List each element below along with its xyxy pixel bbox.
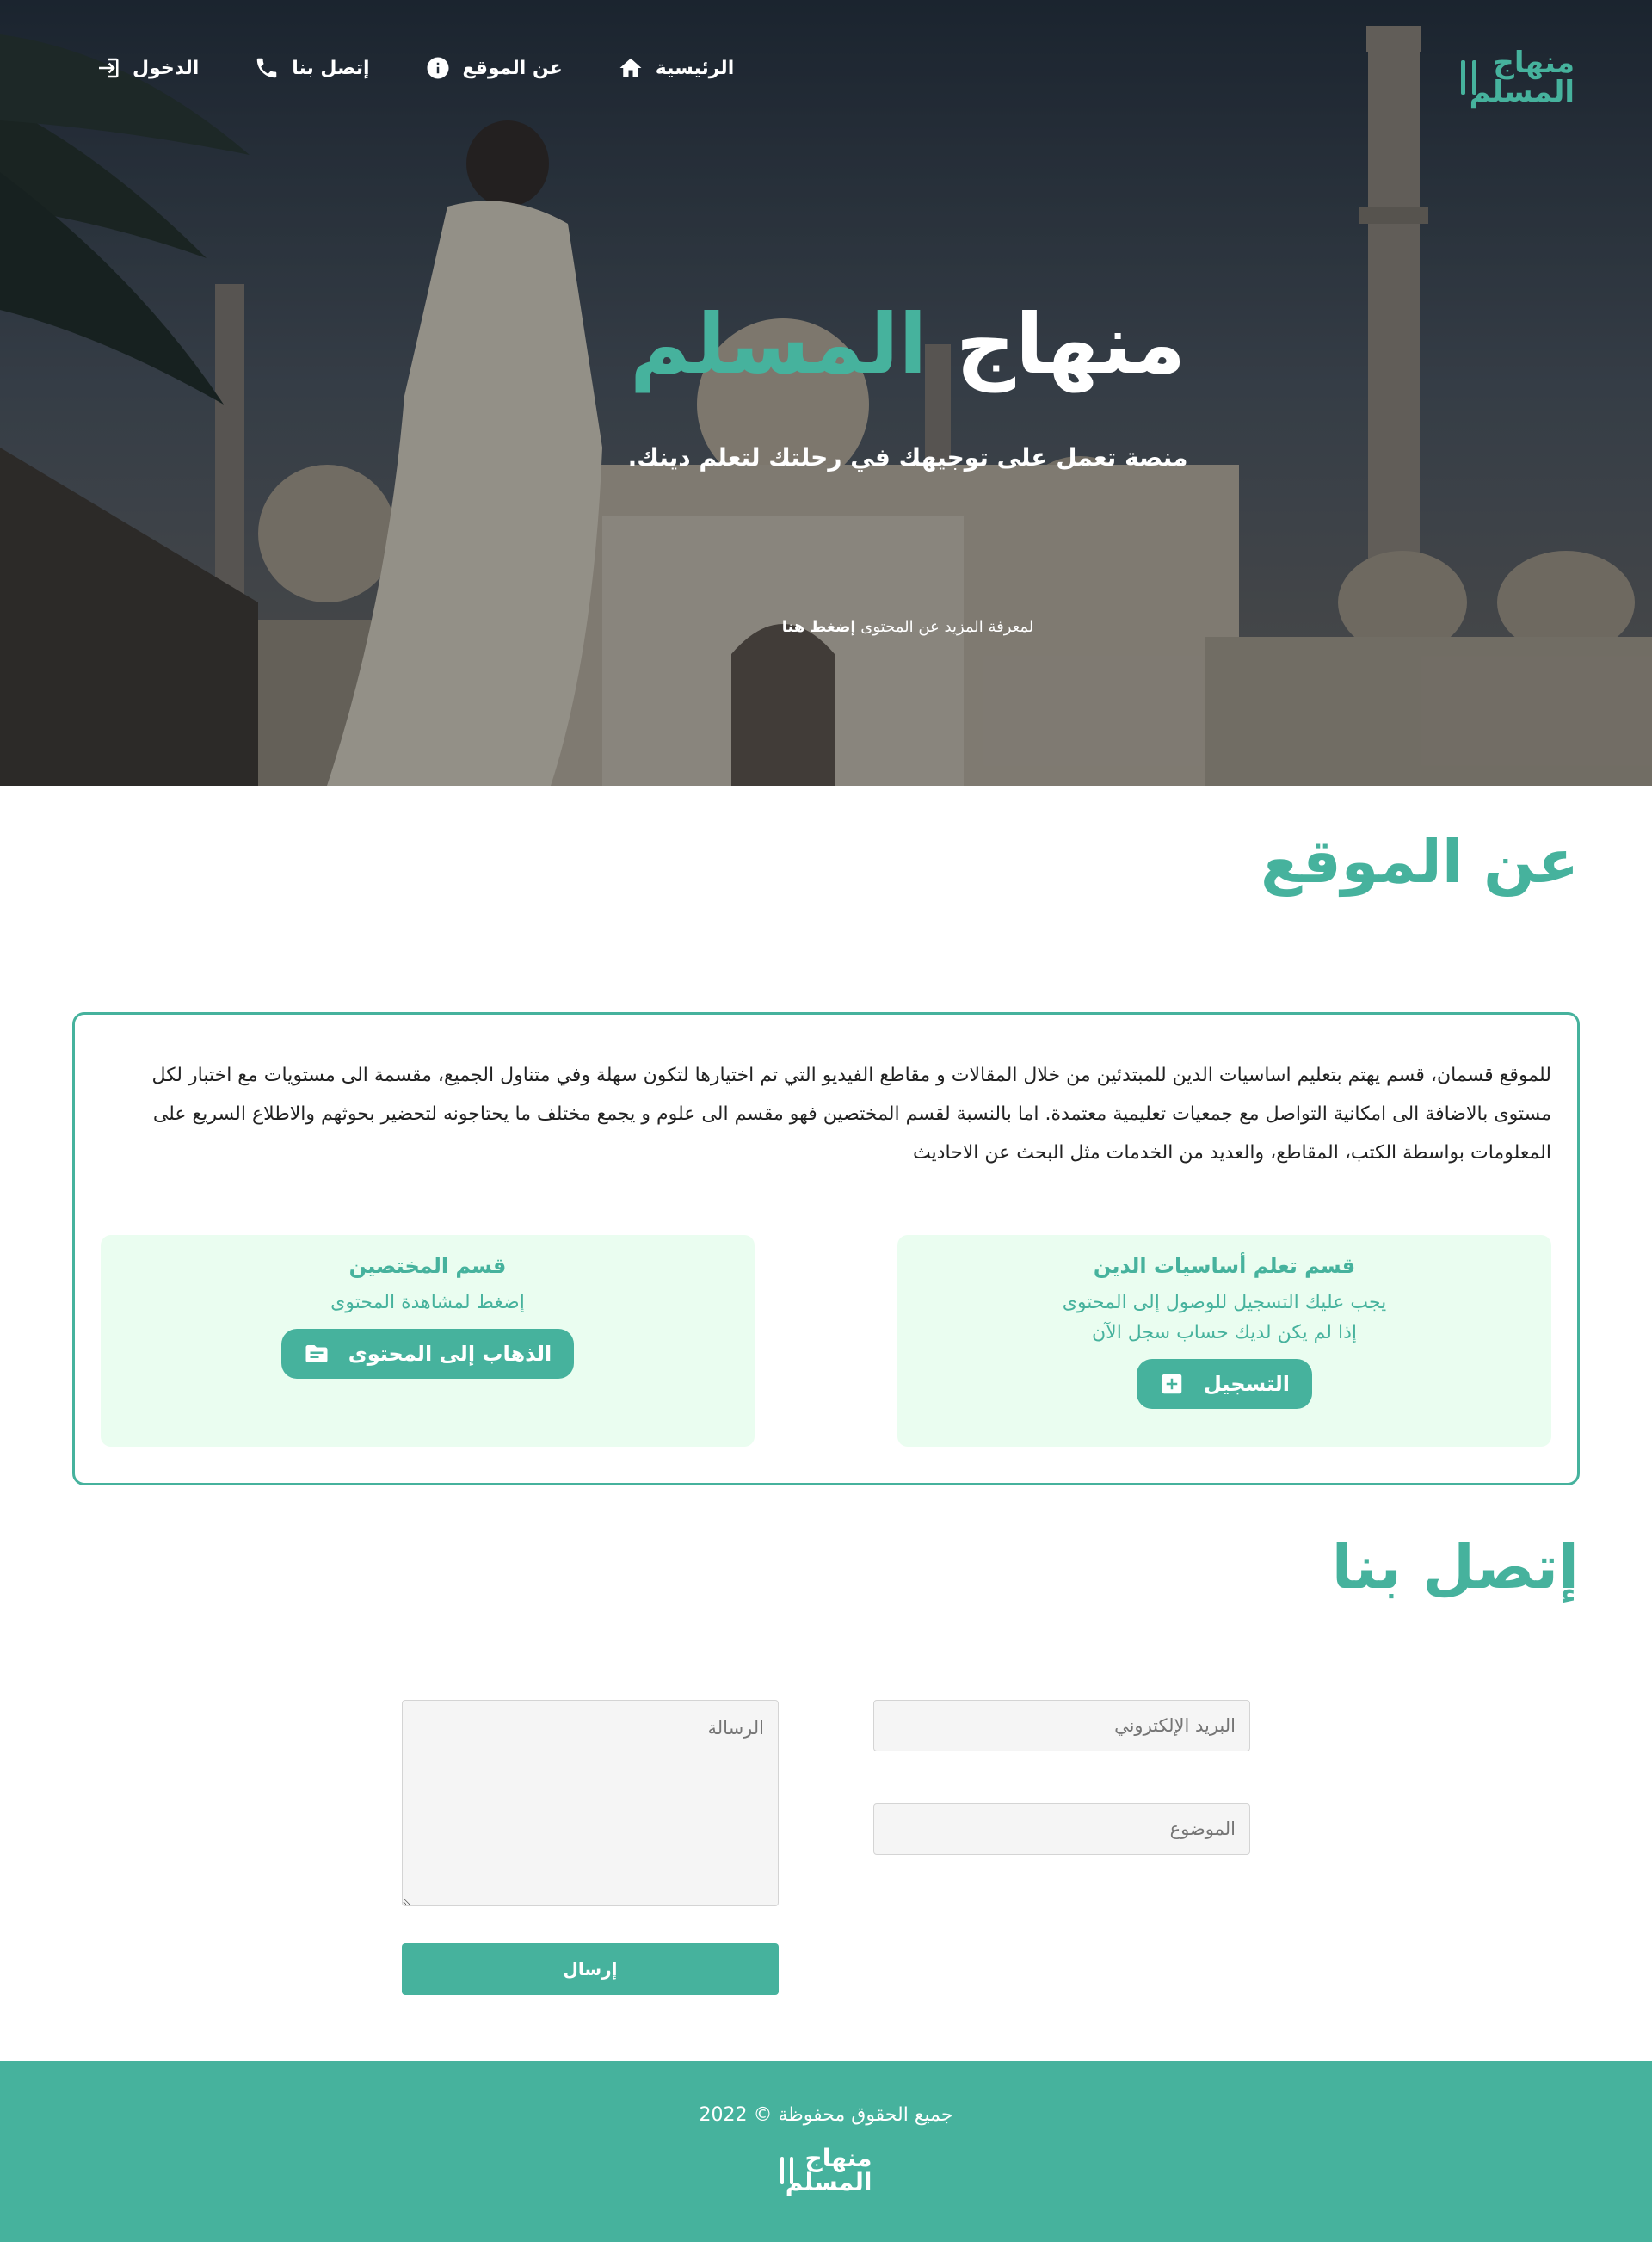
folder-icon [305,1345,328,1362]
hero-title-white: منهاج [955,296,1187,392]
login-icon [99,58,119,78]
about-section-title: عن الموقع [1261,826,1579,897]
submit-button[interactable]: إرسال [402,1943,779,1995]
nav-item-home[interactable]: الرئيسية [618,55,734,81]
site-logo[interactable]: منهاج المسلم [1461,48,1575,107]
experts-card-title: قسم المختصين [348,1254,507,1278]
hero-section: منهاج المسلم الدخول إتصل بنا عن الموقع ا… [0,0,1652,786]
home-icon [620,58,642,77]
footer: جميع الحقوق محفوظة © 2022 منهاج المسلم [0,2061,1652,2242]
go-to-content-label: الذهاب إلى المحتوى [348,1342,552,1366]
logo-text: منهاج المسلم [1469,46,1575,109]
logo-mark-icon [780,2157,793,2184]
top-navigation: منهاج المسلم الدخول إتصل بنا عن الموقع ا… [0,41,1652,107]
nav-menu: الدخول إتصل بنا عن الموقع الرئيسية [95,55,734,81]
hero-more-line: لمعرفة المزيد عن المحتوى إضغط هنا [0,618,1652,636]
email-field[interactable] [873,1700,1250,1751]
add-box-icon [1162,1374,1182,1394]
register-button[interactable]: التسجيل [1137,1359,1312,1409]
about-description: للموقع قسمان، قسم يهتم بتعليم اساسيات ال… [151,1065,1551,1164]
footer-copyright: جميع الحقوق محفوظة © 2022 [699,2104,953,2126]
nav-item-login[interactable]: الدخول [95,55,199,81]
experts-card-line1: إضغط لمشاهدة المحتوى [330,1292,525,1313]
go-to-content-button[interactable]: الذهاب إلى المحتوى [280,1329,575,1379]
contact-section-title: إتصل بنا [1331,1532,1579,1603]
nav-item-contact[interactable]: إتصل بنا [254,55,370,81]
basics-card: قسم تعلم أساسيات الدين يجب عليك التسجيل … [897,1235,1551,1447]
nav-item-about[interactable]: عن الموقع [425,55,563,81]
basics-card-title: قسم تعلم أساسيات الدين [1093,1254,1356,1278]
message-field[interactable] [402,1700,779,1906]
phone-icon [257,58,277,78]
basics-card-line2: إذا لم يكن لديك حساب سجل الآن [1091,1322,1357,1343]
footer-logo-text: منهاج المسلم [785,2144,872,2196]
hero-subtitle: منصة تعمل على توجيهك في رحلتك لتعلم دينك… [627,443,1188,472]
hero-title-green: المسلم [629,296,928,392]
nav-item-label: عن الموقع [462,57,563,79]
subject-field[interactable] [873,1803,1250,1855]
hero-more-text: لمعرفة المزيد عن المحتوى [860,618,1034,636]
hero-more-link[interactable]: إضغط هنا [782,618,856,636]
experts-card: قسم المختصين إضغط لمشاهدة المحتوى الذهاب… [101,1235,755,1447]
info-icon [427,57,449,79]
hero-title: منهاج المسلم [0,293,1652,396]
register-button-label: التسجيل [1204,1372,1290,1396]
nav-item-label: الدخول [133,57,200,79]
footer-logo[interactable]: منهاج المسلم [780,2146,872,2195]
nav-item-label: الرئيسية [655,57,735,79]
about-box: للموقع قسمان، قسم يهتم بتعليم اساسيات ال… [72,1012,1580,1485]
nav-item-label: إتصل بنا [292,57,370,79]
logo-mark-icon [1461,60,1476,95]
basics-card-line1: يجب عليك التسجيل للوصول إلى المحتوى [1062,1292,1387,1313]
